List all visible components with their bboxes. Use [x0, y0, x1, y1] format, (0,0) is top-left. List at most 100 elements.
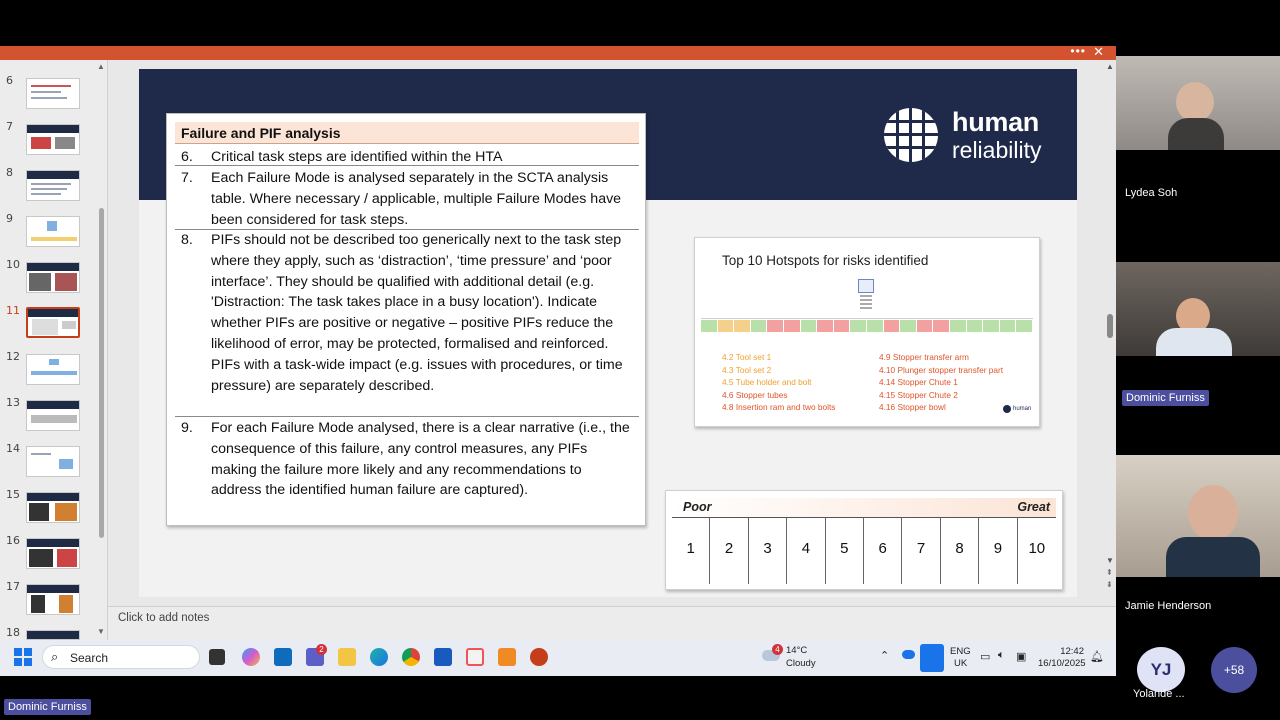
chrome-icon[interactable]	[402, 648, 420, 666]
scale-cell: 4	[787, 518, 826, 584]
item-number: 9.	[181, 420, 193, 436]
slide-thumbnail[interactable]	[26, 354, 80, 385]
item-text: Each Failure Mode is analysed separately…	[211, 170, 622, 228]
hierarchy-root-box	[858, 279, 874, 293]
scale-cell: 8	[941, 518, 980, 584]
participant-video[interactable]	[1116, 455, 1280, 577]
chevron-up-icon[interactable]: ⌃	[880, 649, 889, 662]
next-slide-icon[interactable]: ⇟	[1106, 580, 1113, 589]
clock-time[interactable]: 12:42	[1048, 646, 1084, 657]
item-text: PIFs should not be described too generic…	[211, 232, 623, 394]
scroll-down-icon[interactable]: ▼	[1106, 556, 1114, 565]
notes-pane[interactable]: Click to add notes	[108, 606, 1116, 640]
app-icon[interactable]	[498, 648, 516, 666]
slide-thumbnail[interactable]	[26, 630, 80, 640]
slide-thumbnail[interactable]	[26, 400, 80, 431]
scroll-up-icon[interactable]: ▲	[97, 62, 105, 71]
scrollbar-thumb[interactable]	[99, 208, 104, 538]
thumb-number: 18	[6, 626, 20, 639]
logo-word-reliability: reliability	[952, 137, 1042, 163]
slide-thumbnail[interactable]	[26, 124, 80, 155]
scroll-up-icon[interactable]: ▲	[1106, 62, 1114, 71]
scale-header: Poor Great	[672, 498, 1056, 518]
slide-thumbnail[interactable]	[26, 170, 80, 201]
task-step-cell	[1016, 320, 1032, 332]
slide-scrollbar[interactable]: ▲ ▼ ⇞ ⇟	[1104, 62, 1116, 592]
task-step-cell	[933, 320, 949, 332]
file-explorer-icon[interactable]	[338, 648, 356, 666]
participant-name: Jamie Henderson	[1125, 600, 1212, 612]
slide-thumbnail[interactable]	[26, 538, 80, 569]
task-step-strip	[701, 318, 1033, 332]
task-step-cell	[950, 320, 966, 332]
slide-thumbnail[interactable]	[26, 446, 80, 477]
participant-avatar[interactable]: YJ	[1137, 647, 1185, 692]
task-step-cell	[850, 320, 866, 332]
powerpoint-icon[interactable]	[530, 648, 548, 666]
failure-pif-card[interactable]: Failure and PIF analysis 6. Critical tas…	[166, 113, 646, 526]
task-step-cell	[883, 320, 900, 332]
thumb-number: 10	[6, 258, 20, 271]
scroll-down-icon[interactable]: ▼	[97, 627, 105, 636]
slide-thumbnail[interactable]	[26, 262, 80, 293]
task-step-cell	[701, 320, 717, 332]
thumb-number: 16	[6, 534, 20, 547]
task-step-cell	[784, 320, 800, 332]
ellipsis-icon[interactable]: •••	[1070, 44, 1086, 58]
task-view-icon[interactable]	[209, 649, 225, 665]
hotspots-image[interactable]: Top 10 Hotspots for risks identified 4.2…	[694, 237, 1040, 427]
previous-slide-icon[interactable]: ⇞	[1106, 568, 1113, 577]
onedrive-icon[interactable]	[902, 650, 915, 659]
app-icon[interactable]	[466, 648, 484, 666]
notification-bell-icon[interactable]: 🔔︎	[1090, 650, 1104, 663]
slide-thumbnail[interactable]	[26, 216, 80, 247]
rating-scale[interactable]: Poor Great 1 2 3 4 5 6 7 8 9 10	[665, 490, 1063, 590]
participant-video[interactable]	[1116, 56, 1280, 150]
task-step-cell	[867, 320, 883, 332]
weather-widget[interactable]: 4 14°C Cloudy	[762, 644, 852, 672]
system-tray: ⌃ ENG UK ▭ 🔈︎ ▣ 12:42 16/10/2025 🔔︎	[876, 644, 1116, 672]
clock-date[interactable]: 16/10/2025	[1038, 658, 1086, 669]
taskbar-search[interactable]: ⌕ Search	[42, 645, 200, 669]
scrollbar-thumb[interactable]	[1107, 314, 1113, 338]
microphone-icon[interactable]	[920, 644, 944, 672]
windows-start-icon[interactable]	[14, 648, 32, 666]
task-step-cell	[800, 320, 817, 332]
weather-badge: 4	[772, 644, 783, 655]
search-label: Search	[70, 651, 109, 665]
edge-icon[interactable]	[370, 648, 388, 666]
word-icon[interactable]	[434, 648, 452, 666]
outlook-icon[interactable]	[274, 648, 292, 666]
thumb-number: 8	[6, 166, 13, 179]
notes-placeholder[interactable]: Click to add notes	[118, 612, 209, 624]
teams-badge: 2	[316, 644, 327, 655]
network-icon[interactable]: ▭	[980, 650, 990, 663]
language-region[interactable]: UK	[954, 658, 967, 669]
participant-video[interactable]	[1116, 262, 1280, 356]
thumb-number: 17	[6, 580, 20, 593]
more-participants-button[interactable]: +58	[1211, 647, 1257, 693]
task-step-cell	[734, 320, 750, 332]
scale-cell: 3	[749, 518, 788, 584]
item-number: 7.	[181, 170, 193, 186]
hotspot-item: 4.16 Stopper bowl	[879, 402, 946, 412]
scale-cell: 5	[826, 518, 864, 584]
search-icon: ⌕	[51, 649, 59, 664]
slide-thumbnail-selected[interactable]	[26, 307, 80, 338]
copilot-icon[interactable]	[242, 648, 260, 666]
thumb-number: 7	[6, 120, 13, 133]
list-item: 8. PIFs should not be described too gene…	[175, 230, 639, 416]
slide-thumbnail[interactable]	[26, 492, 80, 523]
thumbnail-scrollbar[interactable]: ▲ ▼	[96, 62, 106, 638]
thumb-number: 9	[6, 212, 13, 225]
hotspot-item: 4.6 Stopper tubes	[722, 389, 788, 400]
hotspot-list-left: 4.2 Tool set 1 4.3 Tool set 2 4.5 Tube h…	[722, 351, 835, 414]
slide-thumbnail-pane[interactable]: 6 7 8 9 10 11 12 13 14 15 16 17 18	[0, 60, 108, 640]
volume-icon[interactable]: 🔈︎	[998, 649, 1005, 662]
slide-thumbnail[interactable]	[26, 78, 80, 109]
battery-icon[interactable]: ▣	[1016, 650, 1026, 663]
language-code[interactable]: ENG	[950, 646, 971, 657]
close-icon[interactable]: ✕	[1093, 44, 1104, 60]
slide-thumbnail[interactable]	[26, 584, 80, 615]
thumb-number: 6	[6, 74, 13, 87]
